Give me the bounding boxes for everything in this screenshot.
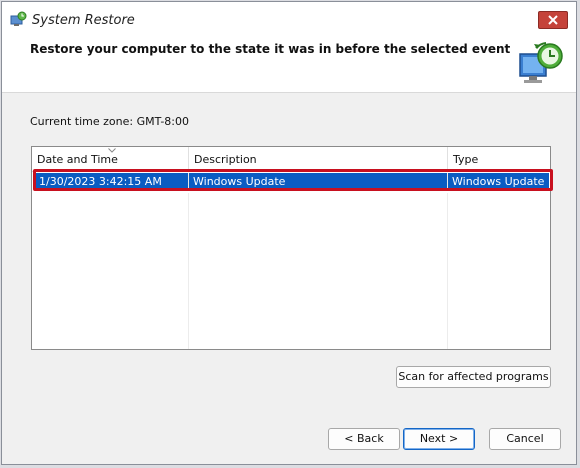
cancel-button[interactable]: Cancel <box>489 428 561 450</box>
window-title: System Restore <box>32 13 135 28</box>
system-restore-window: System Restore Restore your computer to … <box>1 1 577 465</box>
timezone-label: Current time zone: GMT-8:00 <box>30 115 190 128</box>
cell-type: Windows Update <box>452 175 545 188</box>
next-button[interactable]: Next > <box>403 428 475 450</box>
table-row[interactable]: 1/30/2023 3:42:15 AM Windows Update Wind… <box>35 173 549 190</box>
column-header-description[interactable]: Description <box>189 147 447 171</box>
system-restore-large-icon <box>519 42 563 83</box>
close-icon <box>548 15 558 25</box>
system-restore-icon <box>10 11 27 26</box>
cell-date: 1/30/2023 3:42:15 AM <box>39 175 162 188</box>
sort-arrow-icon <box>108 148 116 153</box>
back-button[interactable]: < Back <box>328 428 400 450</box>
column-header-type[interactable]: Type <box>448 147 548 171</box>
title-bar[interactable]: System Restore <box>2 2 576 38</box>
header-band: Restore your computer to the state it wa… <box>2 38 576 93</box>
grid-line <box>188 193 189 349</box>
list-header: Date and Time Description Type <box>32 147 550 172</box>
close-button[interactable] <box>538 11 568 29</box>
restore-points-list[interactable]: Date and Time Description Type 1/30/2023… <box>31 146 551 350</box>
cell-description: Windows Update <box>193 175 286 188</box>
grid-line <box>447 193 448 349</box>
page-heading: Restore your computer to the state it wa… <box>30 42 511 56</box>
scan-affected-programs-button[interactable]: Scan for affected programs <box>396 366 551 388</box>
